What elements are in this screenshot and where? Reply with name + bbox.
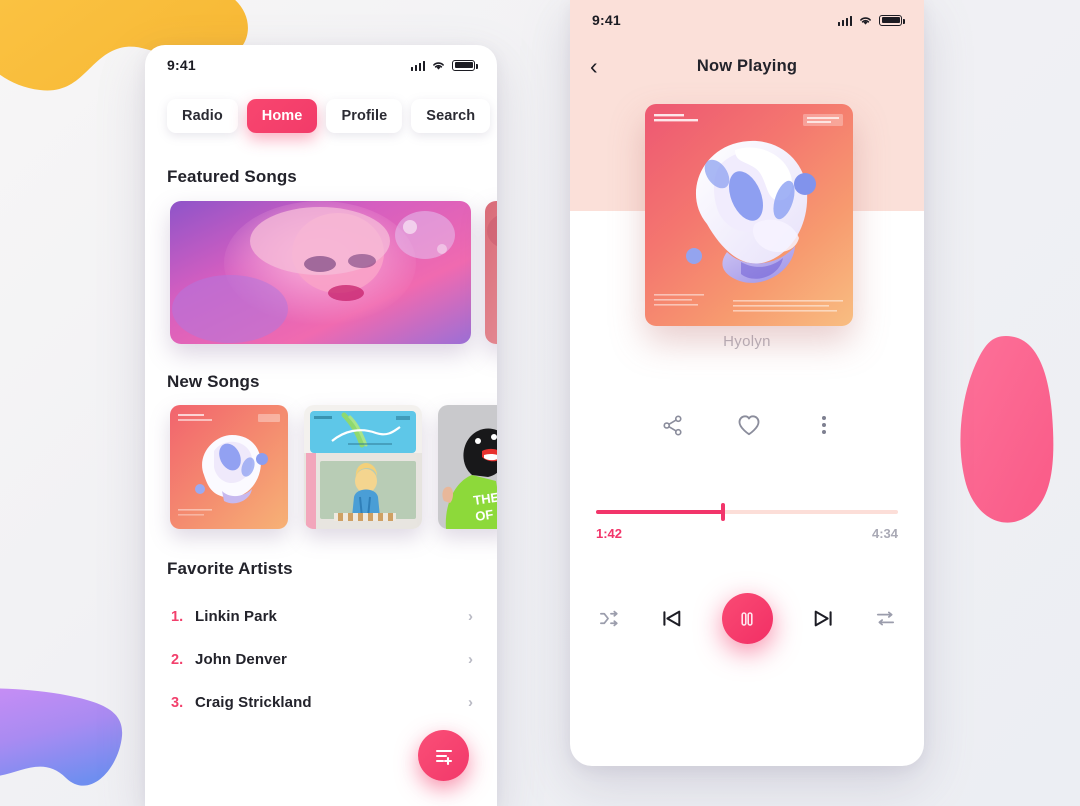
progress-track[interactable] bbox=[596, 503, 898, 521]
progress-handle[interactable] bbox=[720, 503, 725, 521]
featured-card-1[interactable] bbox=[170, 201, 471, 344]
player-action-row bbox=[570, 412, 924, 438]
playback-controls bbox=[570, 593, 924, 644]
repeat-icon[interactable] bbox=[874, 607, 897, 630]
shuffle-icon[interactable] bbox=[598, 607, 621, 630]
album-art[interactable] bbox=[645, 104, 853, 326]
favorite-artists-list: 1. Linkin Park › 2. John Denver › 3. Cra… bbox=[145, 595, 497, 724]
artist-name: Linkin Park bbox=[195, 608, 277, 625]
new-song-card-3[interactable]: THE ST OF AD bbox=[438, 405, 497, 529]
status-indicator-group bbox=[837, 14, 905, 26]
artist-rank: 3. bbox=[171, 694, 184, 711]
artist-rank: 2. bbox=[171, 651, 184, 668]
artist-name: John Denver bbox=[195, 651, 287, 668]
add-to-playlist-fab[interactable] bbox=[418, 730, 469, 781]
more-vertical-icon[interactable] bbox=[814, 414, 834, 436]
home-status-bar: 9:41 bbox=[145, 45, 497, 85]
player-nav-bar: ‹ Now Playing bbox=[570, 40, 924, 92]
chevron-right-icon[interactable]: › bbox=[468, 694, 473, 711]
artist-row-1[interactable]: 1. Linkin Park › bbox=[145, 595, 497, 638]
pause-button[interactable] bbox=[721, 593, 773, 644]
status-time: 9:41 bbox=[167, 57, 196, 73]
status-indicator-group bbox=[410, 59, 478, 71]
artist-row-2[interactable]: 2. John Denver › bbox=[145, 638, 497, 681]
new-song-card-2[interactable] bbox=[304, 405, 422, 529]
share-icon[interactable] bbox=[661, 414, 684, 437]
cellular-signal-icon bbox=[410, 60, 425, 71]
progress-fill bbox=[596, 510, 723, 514]
cellular-signal-icon bbox=[837, 15, 852, 26]
wifi-icon bbox=[860, 16, 871, 25]
artist-row-3[interactable]: 3. Craig Strickland › bbox=[145, 681, 497, 724]
battery-icon bbox=[879, 14, 905, 26]
favorite-artists-title: Favorite Artists bbox=[167, 559, 293, 578]
progress-times: 1:42 4:34 bbox=[596, 526, 898, 541]
pause-icon bbox=[741, 611, 753, 626]
new-songs-title: New Songs bbox=[167, 372, 260, 391]
decorative-blob-pink bbox=[960, 336, 1054, 523]
total-time: 4:34 bbox=[871, 526, 898, 541]
previous-track-icon[interactable] bbox=[659, 606, 684, 631]
heart-icon[interactable] bbox=[736, 412, 762, 438]
home-tab-bar[interactable]: Radio Home Profile Search bbox=[145, 85, 497, 133]
playlist-add-icon bbox=[435, 749, 452, 765]
artist-rank: 1. bbox=[171, 608, 184, 625]
tab-search[interactable]: Search bbox=[411, 99, 491, 133]
player-status-bar: 9:41 bbox=[570, 0, 924, 40]
track-artist: Hyolyn bbox=[723, 333, 771, 350]
new-song-card-1[interactable] bbox=[170, 405, 288, 529]
page-title: Now Playing bbox=[696, 56, 798, 75]
battery-icon bbox=[452, 59, 478, 71]
wifi-icon bbox=[433, 61, 444, 70]
tab-profile[interactable]: Profile bbox=[326, 99, 403, 133]
home-screen-phone: 9:41 Radio Home Profile Search Featured … bbox=[145, 45, 497, 806]
featured-songs-title: Featured Songs bbox=[167, 167, 297, 186]
featured-songs-carousel[interactable] bbox=[145, 201, 497, 344]
playback-progress[interactable]: 1:42 4:34 bbox=[570, 503, 924, 541]
tab-home[interactable]: Home bbox=[246, 99, 318, 133]
chevron-right-icon[interactable]: › bbox=[468, 651, 473, 668]
status-time: 9:41 bbox=[592, 12, 621, 28]
next-track-icon[interactable] bbox=[811, 606, 836, 631]
tab-radio[interactable]: Radio bbox=[167, 99, 238, 133]
artist-name: Craig Strickland bbox=[195, 694, 312, 711]
current-time: 1:42 bbox=[596, 526, 623, 541]
chevron-right-icon[interactable]: › bbox=[468, 608, 473, 625]
featured-card-2[interactable] bbox=[485, 201, 497, 344]
new-songs-carousel[interactable]: THE ST OF AD bbox=[145, 405, 497, 529]
